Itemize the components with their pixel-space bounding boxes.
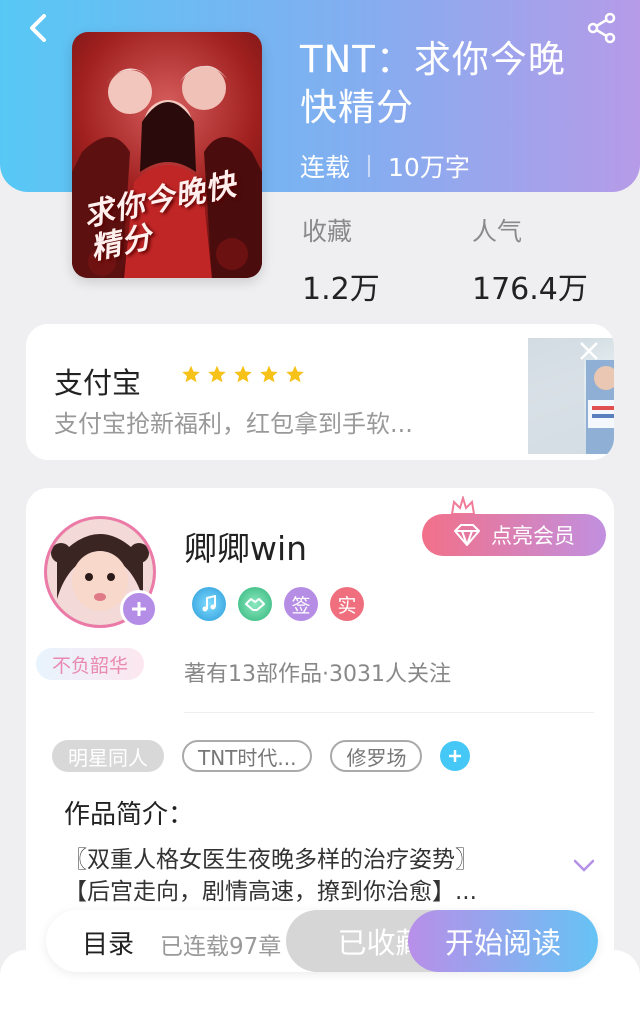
- stat-value: 176.4万: [472, 272, 588, 307]
- ad-banner[interactable]: 支付宝 支付宝抢新福利，红包拿到手软...: [26, 324, 614, 460]
- star-icon: [260, 365, 278, 383]
- diamond-icon: [454, 524, 480, 546]
- handshake-badge-icon: [238, 587, 272, 621]
- star-icon: [182, 365, 200, 383]
- ad-app-name: 支付宝: [54, 366, 142, 400]
- plus-icon: [132, 602, 146, 616]
- author-name[interactable]: 卿卿win: [184, 522, 307, 570]
- tag-item[interactable]: TNT时代...: [182, 740, 313, 772]
- author-title-badge: 不负韶华: [36, 648, 145, 680]
- stat-label: 收藏: [302, 217, 353, 246]
- rating-stars: [181, 364, 305, 384]
- chevron-left-icon: [30, 14, 46, 42]
- add-tag-button[interactable]: [440, 741, 471, 771]
- chapter-count: 已连载97章: [160, 934, 282, 960]
- serial-status: 连载: [300, 153, 351, 182]
- book-cover[interactable]: 求你今晚快精分: [72, 32, 262, 278]
- intro-text: 〖双重人格女医生夜晚多样的治疗姿势〗 【后宫走向，剧情高速，撩到你治愈】...: [64, 844, 554, 908]
- stat-popularity: 人气 176.4万: [472, 212, 588, 308]
- intro-line: 【后宫走向，剧情高速，撩到你治愈】...: [64, 879, 477, 905]
- star-icon: [208, 365, 226, 383]
- chevron-down-icon[interactable]: [572, 858, 596, 874]
- book-tags: 明星同人 TNT时代... 修罗场: [52, 740, 471, 772]
- signed-badge: 签: [284, 587, 318, 621]
- section-divider: [184, 712, 594, 713]
- back-button[interactable]: [18, 8, 58, 48]
- book-meta: 连载 10万字: [300, 148, 470, 184]
- bottom-action-bar: 目录 已连载97章 已收藏 开始阅读: [46, 910, 598, 972]
- stat-value: 1.2万: [302, 272, 380, 307]
- crown-icon: [450, 496, 476, 515]
- verified-badge: 实: [330, 587, 364, 621]
- toc-button[interactable]: 目录: [82, 924, 134, 961]
- word-count: 10万字: [388, 153, 470, 182]
- tag-item[interactable]: 修罗场: [330, 740, 423, 772]
- tag-item[interactable]: 明星同人: [52, 740, 164, 772]
- start-reading-button[interactable]: 开始阅读: [408, 910, 598, 972]
- ad-close-button[interactable]: [576, 338, 602, 364]
- intro-heading: 作品简介：: [64, 800, 195, 830]
- star-icon: [286, 365, 304, 383]
- meta-divider: [368, 155, 371, 177]
- plus-icon: [449, 750, 462, 762]
- star-icon: [234, 365, 252, 383]
- author-badges: 签 实: [192, 587, 364, 621]
- music-badge-icon: [192, 587, 226, 621]
- stat-favorites: 收藏 1.2万: [302, 212, 380, 308]
- intro-line: 〖双重人格女医生夜晚多样的治疗姿势〗: [64, 847, 478, 873]
- vip-label: 点亮会员: [491, 524, 575, 548]
- stat-label: 人气: [472, 217, 523, 246]
- book-title: TNT：求你今晚快精分: [300, 38, 566, 129]
- author-stats: 著有13部作品·3031人关注: [184, 662, 451, 687]
- ad-description: 支付宝抢新福利，红包拿到手软...: [54, 410, 413, 438]
- follow-author-button[interactable]: [120, 590, 158, 628]
- vip-button[interactable]: 点亮会员: [422, 514, 606, 556]
- close-icon: [580, 342, 598, 360]
- book-detail-page: 求你今晚快精分 TNT：求你今晚快精分 连载 10万字 收藏 1.2万 人气 1…: [0, 0, 640, 1018]
